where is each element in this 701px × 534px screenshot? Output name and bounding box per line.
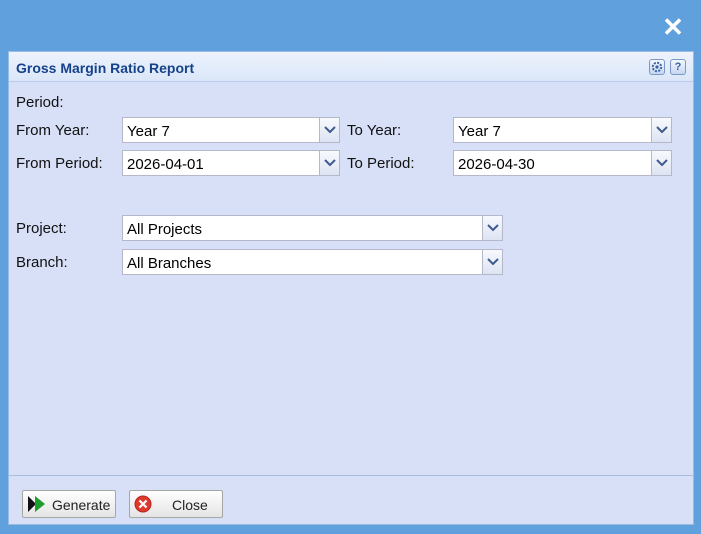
report-panel: Gross Margin Ratio Report ? Period: From… [8,51,694,525]
from-year-value: Year 7 [127,123,170,140]
from-period-label: From Period: [16,155,103,172]
branch-value: All Branches [127,255,212,272]
panel-header: Gross Margin Ratio Report ? [9,52,693,82]
help-icon[interactable]: ? [670,59,686,75]
chevron-down-icon[interactable] [319,151,339,175]
from-year-select[interactable]: Year 7 [122,117,340,143]
chevron-down-icon[interactable] [482,250,502,274]
generate-icon [27,495,47,513]
from-period-value: 2026-04-01 [127,156,204,173]
project-select[interactable]: All Projects [122,215,503,241]
generate-button[interactable]: Generate [22,490,116,518]
close-button[interactable]: Close [129,490,223,518]
generate-label: Generate [52,497,111,513]
branch-select[interactable]: All Branches [122,249,503,275]
to-year-value: Year 7 [458,123,501,140]
to-period-value: 2026-04-30 [458,156,535,173]
to-period-select[interactable]: 2026-04-30 [453,150,672,176]
panel-footer: Generate Close [9,475,693,524]
close-label: Close [172,497,208,513]
from-year-label: From Year: [16,122,90,139]
gear-icon[interactable] [649,59,665,75]
period-label: Period: [16,94,64,111]
panel-title: Gross Margin Ratio Report [16,60,195,76]
to-period-label: To Period: [347,155,415,172]
to-year-label: To Year: [347,122,402,139]
chevron-down-icon[interactable] [651,151,671,175]
chevron-down-icon[interactable] [482,216,502,240]
to-year-select[interactable]: Year 7 [453,117,672,143]
window-close-icon[interactable]: ✕ [660,14,686,40]
close-icon [134,495,154,513]
project-label: Project: [16,220,67,237]
project-value: All Projects [127,221,203,238]
from-period-select[interactable]: 2026-04-01 [122,150,340,176]
branch-label: Branch: [16,254,68,271]
chevron-down-icon[interactable] [651,118,671,142]
chevron-down-icon[interactable] [319,118,339,142]
